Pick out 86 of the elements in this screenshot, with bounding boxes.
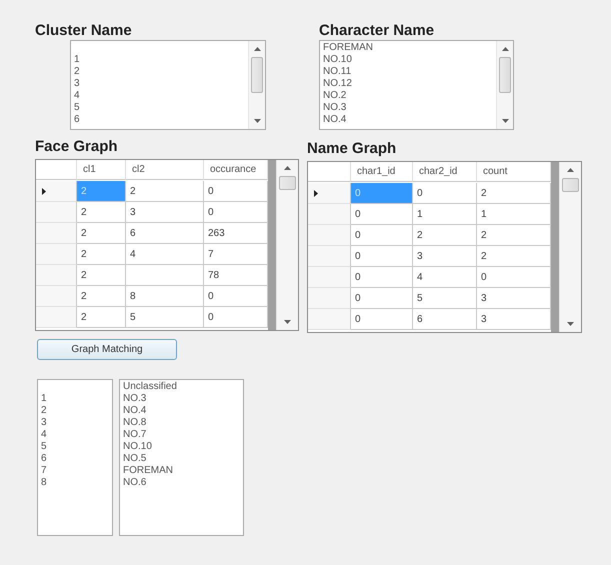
table-cell: 1 xyxy=(413,204,477,225)
table-cell: 263 xyxy=(204,223,268,244)
table-cell: 3 xyxy=(477,288,551,309)
column-header[interactable]: char1_id xyxy=(351,162,413,182)
list-item[interactable]: 4 xyxy=(74,90,245,102)
list-item[interactable]: NO.5 xyxy=(123,453,240,465)
table-cell: 2 xyxy=(477,183,551,204)
list-item[interactable]: NO.4 xyxy=(323,114,493,126)
table-cell: 2 xyxy=(77,307,126,328)
list-item[interactable]: 5 xyxy=(41,441,109,453)
table-cell: 0 xyxy=(204,307,268,328)
list-item[interactable]: NO.8 xyxy=(123,417,240,429)
list-item[interactable]: NO.7 xyxy=(123,429,240,441)
list-item[interactable]: FOREMAN xyxy=(123,465,240,477)
table-cell: 0 xyxy=(351,204,413,225)
graph-matching-button[interactable]: Graph Matching xyxy=(37,339,177,360)
list-item[interactable]: 1 xyxy=(74,54,245,66)
table-cell: 6 xyxy=(413,309,477,330)
table-cell: 7 xyxy=(204,244,268,265)
list-item[interactable]: NO.11 xyxy=(323,66,493,78)
list-box[interactable]: FOREMAN NO.10 NO.11 NO.12 NO.2 NO.3 NO.4 xyxy=(319,40,514,130)
list-item[interactable]: 3 xyxy=(74,78,245,90)
table-cell: 3 xyxy=(477,309,551,330)
list-item[interactable]: NO.2 xyxy=(323,90,493,102)
list-item[interactable]: 2 xyxy=(74,66,245,78)
table-cell: 2 xyxy=(477,246,551,267)
table-cell: 2 xyxy=(77,244,126,265)
section-title: Cluster Name xyxy=(35,22,133,40)
list-box[interactable]: 1 2 3 4 5 6 7 8 xyxy=(37,379,113,536)
list-item[interactable]: NO.12 xyxy=(323,78,493,90)
list-item[interactable]: 2 xyxy=(41,405,109,417)
list-box[interactable]: Unclassified NO.3 NO.4 NO.8 NO.7 NO.10 NO.5 FOREMAN NO.6 xyxy=(119,379,244,536)
table-cell: 0 xyxy=(351,288,413,309)
table-cell: 0 xyxy=(413,183,477,204)
list-box[interactable]: 1 2 3 4 5 6 xyxy=(70,40,266,130)
list-item[interactable]: FOREMAN xyxy=(323,42,493,54)
list-item[interactable]: 6 xyxy=(41,453,109,465)
table-cell: 0 xyxy=(204,286,268,307)
table-cell: 0 xyxy=(351,246,413,267)
table-cell: 5 xyxy=(413,288,477,309)
table-cell: 0 xyxy=(351,309,413,330)
list-item[interactable]: 4 xyxy=(41,429,109,441)
table-cell: 0 xyxy=(477,267,551,288)
table-cell: 4 xyxy=(413,267,477,288)
list-item[interactable]: NO.3 xyxy=(123,393,240,405)
list-item[interactable]: NO.10 xyxy=(123,441,240,453)
list-item[interactable]: 8 xyxy=(41,477,109,489)
table-cell: 6 xyxy=(126,223,204,244)
table-cell: 0 xyxy=(351,183,413,204)
list-item[interactable]: 7 xyxy=(41,465,109,477)
table-cell: 1 xyxy=(477,204,551,225)
list-item[interactable]: NO.4 xyxy=(123,405,240,417)
column-header[interactable]: count xyxy=(477,162,551,182)
table-cell: 2 xyxy=(77,223,126,244)
table-cell: 3 xyxy=(126,202,204,223)
column-header[interactable]: occurance xyxy=(204,160,268,180)
table-cell: 0 xyxy=(351,267,413,288)
table-cell: 4 xyxy=(126,244,204,265)
table-cell: 2 xyxy=(126,181,204,202)
table-cell: 0 xyxy=(351,225,413,246)
table-cell: 2 xyxy=(77,181,126,202)
table-cell: 5 xyxy=(126,307,204,328)
table-cell: 2 xyxy=(77,202,126,223)
section-title: Character Name xyxy=(319,22,436,40)
table-cell: 0 xyxy=(204,202,268,223)
table-cell: 3 xyxy=(413,246,477,267)
list-item[interactable]: 3 xyxy=(41,417,109,429)
list-item[interactable]: NO.10 xyxy=(323,54,493,66)
table-cell: 2 xyxy=(477,225,551,246)
column-header[interactable]: cl1 xyxy=(77,160,126,180)
list-item[interactable]: 1 xyxy=(41,393,109,405)
table-cell: 2 xyxy=(413,225,477,246)
list-item[interactable]: NO.3 xyxy=(323,102,493,114)
column-header[interactable]: cl2 xyxy=(126,160,204,180)
list-item[interactable]: Unclassified xyxy=(123,381,240,393)
list-item[interactable]: 5 xyxy=(74,102,245,114)
table-cell: 2 xyxy=(77,265,126,286)
table-cell: 8 xyxy=(126,286,204,307)
table-cell: 78 xyxy=(204,265,268,286)
table-cell: 2 xyxy=(77,286,126,307)
section-title: Name Graph xyxy=(307,140,398,158)
table-cell: 0 xyxy=(204,181,268,202)
list-item[interactable]: 6 xyxy=(74,114,245,126)
list-item[interactable]: NO.6 xyxy=(123,477,240,489)
column-header[interactable]: char2_id xyxy=(413,162,477,182)
section-title: Face Graph xyxy=(35,138,119,156)
